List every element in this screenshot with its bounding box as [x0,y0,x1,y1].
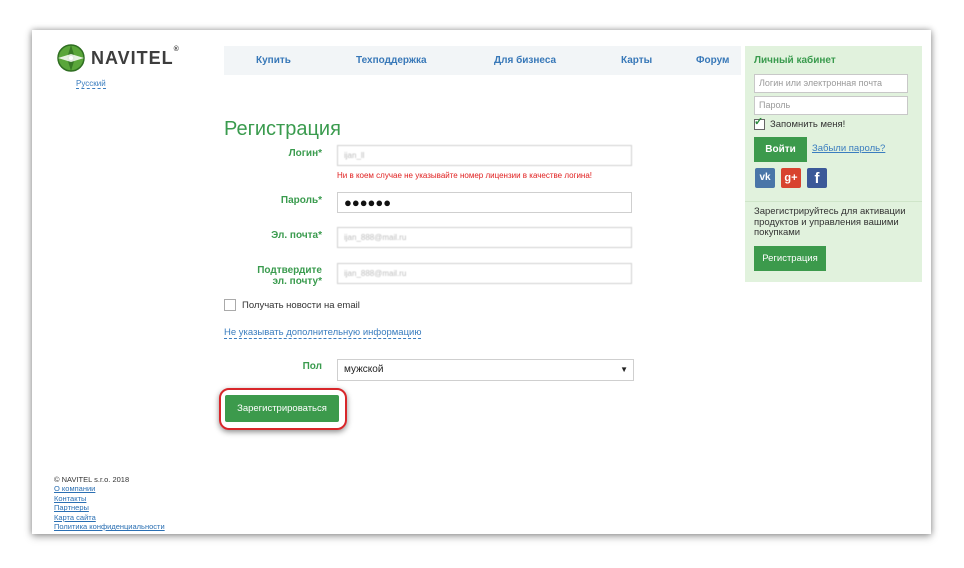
facebook-icon[interactable]: f [807,168,827,188]
register-promo-text: Зарегистрируйтесь для активации продукто… [754,206,906,238]
navitel-logo[interactable]: NAVITEL® [56,40,180,76]
newsletter-label: Получать новости на email [242,299,360,311]
account-panel-title: Личный кабинет [754,55,836,66]
confirm-email-label: Подтвердите эл. почту* [224,265,322,287]
confirm-email-label-line1: Подтвердите [257,265,322,276]
login-input[interactable]: ijan_ll [337,145,632,166]
nav-support[interactable]: Техподдержка [356,55,427,66]
footer: © NAVITEL s.r.o. 2018 О компании Контакт… [54,475,165,531]
newsletter-option[interactable]: Получать новости на email [224,299,360,311]
forgot-password-link[interactable]: Забыли пароль? [812,143,885,154]
confirm-email-label-line2: эл. почту* [272,276,323,287]
gender-select[interactable]: мужской ▼ [337,359,634,381]
skip-additional-info-link[interactable]: Не указывать дополнительную информацию [224,327,422,339]
panel-password-input[interactable]: Пароль [754,96,908,115]
login-button[interactable]: Войти [754,137,807,162]
email-label: Эл. почта* [271,230,322,241]
gender-label: Пол [302,361,322,372]
footer-link-about[interactable]: О компании [54,484,165,493]
language-link[interactable]: Русский [76,79,106,89]
login-hint: Ни в коем случае не указывайте номер лиц… [337,171,593,180]
newsletter-checkbox[interactable] [224,299,236,311]
google-plus-icon[interactable]: g+ [781,168,801,188]
nav-business[interactable]: Для бизнеса [494,55,556,66]
account-panel: Личный кабинет Логин или электронная поч… [745,46,922,282]
nav-maps[interactable]: Карты [621,55,652,66]
confirm-email-input[interactable]: ijan_888@mail.ru [337,263,632,284]
navitel-globe-icon [57,44,85,72]
submit-highlight: Зарегистрироваться [219,388,347,430]
submit-register-button[interactable]: Зарегистрироваться [225,395,339,422]
top-nav: Купить Техподдержка Для бизнеса Карты Фо… [224,46,741,75]
footer-link-sitemap[interactable]: Карта сайта [54,513,165,522]
password-input[interactable]: ●●●●●● [337,192,632,213]
remember-checkbox[interactable] [754,115,765,130]
panel-login-input[interactable]: Логин или электронная почта [754,74,908,93]
chevron-down-icon: ▼ [620,365,628,374]
login-label: Логин* [288,148,322,159]
footer-link-privacy[interactable]: Политика конфиденциальности [54,522,165,531]
panel-register-button[interactable]: Регистрация [754,246,826,271]
gender-value: мужской [344,364,384,375]
remember-me[interactable]: Запомнить меня! [754,115,846,130]
footer-link-contacts[interactable]: Контакты [54,494,165,503]
panel-divider [745,201,922,202]
email-input[interactable]: ijan_888@mail.ru [337,227,632,248]
copyright: © NAVITEL s.r.o. 2018 [54,475,130,484]
remember-label: Запомнить меня! [770,119,846,130]
nav-buy[interactable]: Купить [256,55,291,66]
nav-forum[interactable]: Форум [696,55,729,66]
page-title: Регистрация [224,118,341,140]
password-label: Пароль* [280,195,322,206]
footer-link-partners[interactable]: Партнеры [54,503,165,512]
logo-text: NAVITEL® [91,45,180,68]
browser-page: NAVITEL® Русский Купить Техподдержка Для… [32,30,931,534]
vk-icon[interactable]: vk [755,168,775,188]
